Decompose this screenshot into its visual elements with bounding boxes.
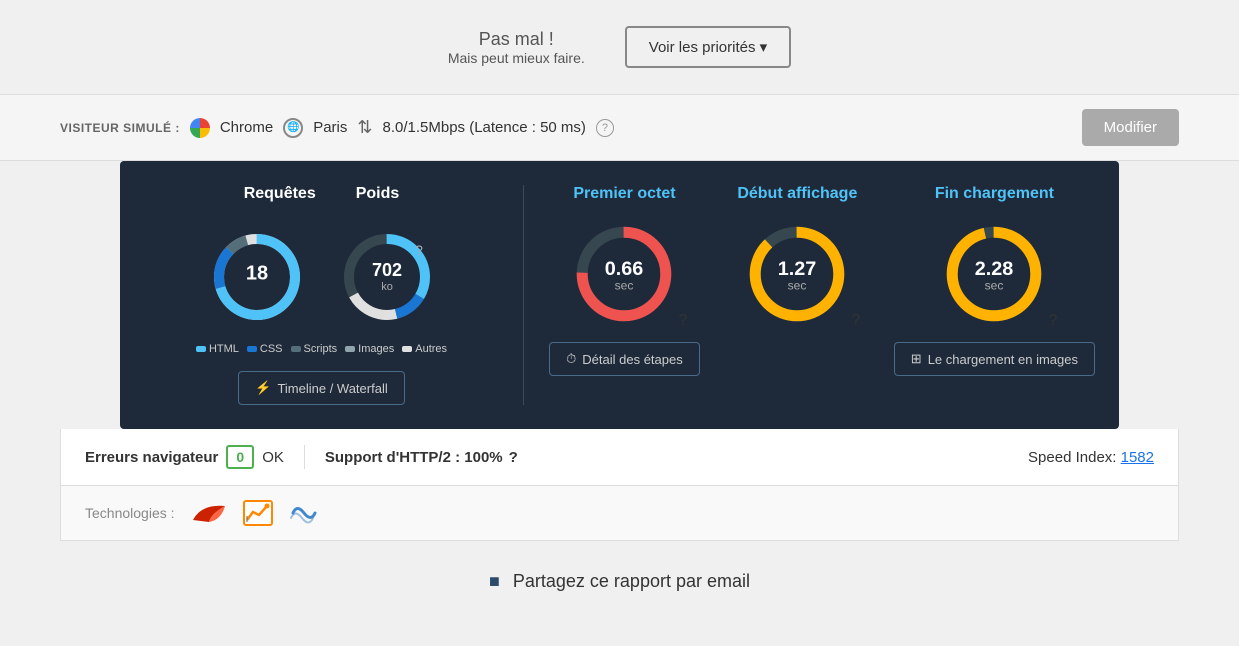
legend-scripts-label: Scripts xyxy=(304,343,338,355)
debut-affichage-help[interactable]: ? xyxy=(851,312,860,330)
poids-help[interactable]: ? xyxy=(415,242,423,258)
help-icon[interactable]: ? xyxy=(596,119,614,137)
premier-octet-donut: 0.66 sec xyxy=(569,219,679,329)
visitor-label: VISITEUR SIMULÉ : xyxy=(60,121,180,135)
chrome-icon xyxy=(190,118,210,138)
legend-html-dot xyxy=(196,346,206,352)
timeline-icon: ⚡ xyxy=(255,380,271,396)
detail-label: Détail des étapes xyxy=(582,352,682,367)
requetes-donut: 18 xyxy=(207,227,307,327)
detail-icon: ⏱ xyxy=(566,351,576,367)
legend-scripts: Scripts xyxy=(291,343,338,355)
fin-chargement-title: Fin chargement xyxy=(935,185,1054,203)
debut-affichage-title: Début affichage xyxy=(737,185,857,203)
tech-bar: Technologies : xyxy=(60,486,1179,541)
fin-chargement-help[interactable]: ? xyxy=(1048,312,1057,330)
erreurs-label: Erreurs navigateur xyxy=(85,449,218,466)
visitor-bar: VISITEUR SIMULÉ : Chrome 🌐 Paris ⇅ 8.0/1… xyxy=(0,95,1239,161)
http2-section: Support d'HTTP/2 : 100% ? xyxy=(325,449,518,466)
voir-priorites-button[interactable]: Voir les priorités ▾ xyxy=(625,26,791,68)
legend-images: Images xyxy=(345,343,394,355)
requetes-value: 18 xyxy=(245,262,267,284)
speed-index-section: Speed Index: 1582 xyxy=(1028,449,1154,466)
legend: HTML CSS Scripts Images Autres xyxy=(144,343,499,355)
svg-text:sec: sec xyxy=(615,278,634,292)
speed-index-label: Speed Index: xyxy=(1028,449,1116,466)
premier-octet-title: Premier octet xyxy=(573,185,675,203)
legend-css-dot xyxy=(247,346,257,352)
requetes-gauge: 18 xyxy=(207,227,307,327)
top-bar: Pas mal ! Mais peut mieux faire. Voir le… xyxy=(0,0,1239,95)
left-gauges: 18 702 ko ? xyxy=(144,227,499,327)
premier-octet-help[interactable]: ? xyxy=(679,312,688,330)
svg-text:sec: sec xyxy=(985,278,1004,292)
svg-text:sec: sec xyxy=(788,278,807,292)
fin-chargement-gauge-wrap: 2.28 sec ? xyxy=(939,219,1049,334)
erreurs-ok: OK xyxy=(262,449,284,466)
premier-octet-gauge-wrap: 0.66 sec ? xyxy=(569,219,679,334)
partagez-section: Partagez ce rapport par email xyxy=(0,541,1239,622)
legend-images-label: Images xyxy=(358,343,394,355)
poids-gauge: 702 ko ? xyxy=(337,227,437,327)
main-panel-wrapper: Requêtes Poids 18 xyxy=(60,161,1179,429)
browser-name: Chrome xyxy=(220,119,273,136)
speed-arrows-icon: ⇅ xyxy=(357,117,372,138)
chargement-button[interactable]: ⊞ Le chargement en images xyxy=(894,342,1095,376)
chargement-icon: ⊞ xyxy=(911,351,922,367)
divider-1 xyxy=(304,445,305,469)
premier-octet-metric: Premier octet 0.66 sec ? ⏱ Détail des ét… xyxy=(548,185,701,405)
legend-autres-dot xyxy=(402,346,412,352)
globe-icon: 🌐 xyxy=(283,118,303,138)
legend-autres-label: Autres xyxy=(415,343,447,355)
debut-affichage-gauge-wrap: 1.27 sec ? xyxy=(742,219,852,334)
legend-css: CSS xyxy=(247,343,283,355)
tech-analytics-icon xyxy=(243,500,273,526)
requetes-title: Requêtes xyxy=(244,185,316,203)
left-section: Requêtes Poids 18 xyxy=(144,185,524,405)
poids-unit: ko xyxy=(381,281,393,293)
timeline-btn-wrapper: ⚡ Timeline / Waterfall xyxy=(144,371,499,405)
detail-button[interactable]: ⏱ Détail des étapes xyxy=(549,342,700,376)
right-section: Premier octet 0.66 sec ? ⏱ Détail des ét… xyxy=(524,185,1095,405)
legend-images-dot xyxy=(345,346,355,352)
chargement-btn-wrapper: ⊞ Le chargement en images xyxy=(894,342,1095,376)
partagez-text: Partagez ce rapport par email xyxy=(513,571,750,591)
poids-donut: 702 ko ? xyxy=(337,227,437,327)
main-panel: Requêtes Poids 18 xyxy=(120,161,1119,429)
timeline-label: Timeline / Waterfall xyxy=(277,381,387,396)
http2-label: Support d'HTTP/2 : 100% xyxy=(325,449,503,466)
location-text: Paris xyxy=(313,119,347,136)
timeline-button[interactable]: ⚡ Timeline / Waterfall xyxy=(238,371,404,405)
legend-scripts-dot xyxy=(291,346,301,352)
fin-chargement-metric: Fin chargement 2.28 sec ? ⊞ Le chargemen… xyxy=(894,185,1095,405)
poids-value: 702 xyxy=(371,260,401,280)
error-section: Erreurs navigateur 0 OK xyxy=(85,445,284,469)
debut-affichage-donut: 1.27 sec xyxy=(742,219,852,329)
svg-text:1.27: 1.27 xyxy=(778,258,817,280)
erreurs-badge: 0 xyxy=(226,445,254,469)
svg-text:0.66: 0.66 xyxy=(605,258,644,280)
speed-index-value[interactable]: 1582 xyxy=(1121,449,1154,466)
mais-text: Mais peut mieux faire. xyxy=(448,50,585,66)
speed-text: 8.0/1.5Mbps (Latence : 50 ms) xyxy=(382,119,585,136)
http2-help-icon[interactable]: ? xyxy=(509,449,518,466)
tech-wave-icon xyxy=(289,500,319,526)
legend-html-label: HTML xyxy=(209,343,239,355)
chargement-label: Le chargement en images xyxy=(928,352,1078,367)
poids-title: Poids xyxy=(356,185,400,203)
tech-label: Technologies : xyxy=(85,505,175,521)
svg-text:2.28: 2.28 xyxy=(975,258,1014,280)
pas-mal-text: Pas mal ! xyxy=(448,29,585,50)
legend-autres: Autres xyxy=(402,343,447,355)
fin-chargement-donut: 2.28 sec xyxy=(939,219,1049,329)
legend-css-label: CSS xyxy=(260,343,283,355)
debut-affichage-metric: Début affichage 1.27 sec ? xyxy=(721,185,874,405)
legend-html: HTML xyxy=(196,343,239,355)
bottom-bar: Erreurs navigateur 0 OK Support d'HTTP/2… xyxy=(60,429,1179,486)
tech-ruby-icon xyxy=(191,502,227,524)
modifier-button[interactable]: Modifier xyxy=(1082,109,1179,146)
detail-btn-wrapper: ⏱ Détail des étapes xyxy=(549,342,700,376)
